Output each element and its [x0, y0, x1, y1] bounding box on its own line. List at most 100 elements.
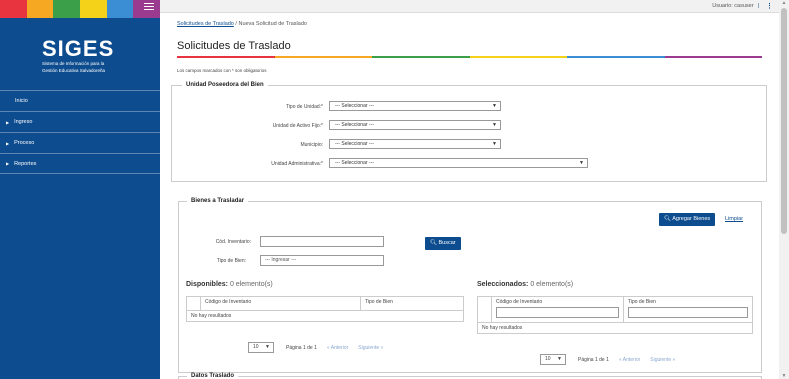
rule-segment [469, 56, 567, 58]
page-scrollbar[interactable]: ▲ ▼ [779, 0, 789, 379]
unidad-fieldset: Unidad Poseedora del Bien Tipo de Unidad… [171, 82, 767, 182]
prev-page-link[interactable]: « Anterior [327, 345, 348, 351]
scroll-down-icon[interactable]: ▼ [779, 373, 789, 379]
chevron-down-icon: ▼ [265, 344, 270, 350]
table-header: Código de Inventario Tipo de Bien [187, 297, 463, 311]
column-header: Tipo de Bien [624, 297, 752, 322]
unidad-activo-value: --- Seleccionar --- [335, 122, 374, 128]
column-header-label[interactable]: Código de Inventario [496, 299, 619, 305]
stripe-orange [26, 0, 54, 18]
column-header: Código de Inventario [492, 297, 624, 322]
topbar-separator: | [757, 3, 759, 9]
search-icon: 🔍︎ [430, 240, 437, 246]
agregar-bienes-button[interactable]: 🔍︎ Agregar Bienes [659, 213, 716, 226]
column-header[interactable]: Código de Inventario [201, 297, 361, 310]
sidebar-item-ingreso[interactable]: ▶ Ingreso [0, 111, 160, 132]
unidad-admin-select[interactable]: --- Seleccionar --- ▼ [329, 158, 588, 168]
seleccionados-pager: 10 ▼ Página 1 de 1 « Anterior Siguiente » [540, 354, 675, 365]
logo-title: SIGES [42, 36, 115, 61]
caret-right-icon: ▶ [6, 161, 10, 166]
caret-right-icon: ▶ [6, 119, 10, 125]
hamburger-menu-icon[interactable] [144, 3, 154, 12]
unidad-activo-label: Unidad de Activo Fijo:* [272, 123, 323, 129]
kebab-menu-icon[interactable]: ⋮ [766, 2, 773, 10]
page-size-select[interactable]: 10 ▼ [248, 342, 274, 353]
topbar: Usuario: casuser | ⋮ [160, 0, 779, 13]
select-all-checkbox[interactable] [478, 297, 492, 322]
empty-message: No hay resultados [482, 325, 523, 331]
chevron-down-icon: ▼ [492, 122, 497, 128]
logo-subtitle-2: Gestión Educativa Salvadoreña [42, 67, 106, 73]
seleccionados-heading: Seleccionados: 0 elemento(s) [477, 281, 573, 288]
disponibles-count: 0 elemento(s) [229, 281, 273, 288]
stripe-blue [106, 0, 134, 18]
seleccionados-title: Seleccionados: [477, 281, 529, 288]
codigo-inventario-input[interactable] [260, 236, 384, 247]
stripe-red [0, 0, 27, 18]
stripe-green [53, 0, 81, 18]
sidebar: SIGES Sistema de Información para la Ges… [0, 0, 161, 379]
user-info: Usuario: casuser | [712, 3, 759, 9]
logo-subtitle-1: Sistema de Información para la [42, 61, 105, 66]
unidad-admin-label: Unidad Administrativa:* [271, 161, 323, 167]
select-all-checkbox[interactable] [187, 297, 201, 310]
unidad-admin-value: --- Seleccionar --- [335, 160, 374, 166]
sidebar-item-reportes[interactable]: ▶ Reportes [0, 153, 160, 174]
filter-tipo-input[interactable] [628, 307, 748, 318]
disponibles-heading: Disponibles: 0 elemento(s) [186, 281, 273, 288]
sidebar-item-label: Proceso [14, 140, 35, 146]
sidebar-item-inicio[interactable]: Inicio [0, 90, 160, 111]
breadcrumb-divider: / [235, 21, 237, 27]
buscar-label: Buscar [438, 240, 456, 246]
next-page-link[interactable]: Siguiente » [650, 357, 675, 363]
filter-codigo-input[interactable] [496, 307, 619, 318]
bienes-fieldset: Bienes a Trasladar 🔍︎ Agregar Bienes Lim… [178, 198, 762, 373]
bienes-legend: Bienes a Trasladar [187, 198, 249, 204]
municipio-label: Municipio: [300, 142, 323, 148]
chevron-down-icon: ▼ [492, 141, 497, 147]
tipo-unidad-value: --- Seleccionar --- [335, 103, 374, 109]
empty-message: No hay resultados [191, 313, 232, 319]
municipio-value: --- Seleccionar --- [335, 141, 374, 147]
column-header[interactable]: Tipo de Bien [361, 297, 463, 310]
buscar-button[interactable]: 🔍︎ Buscar [425, 237, 461, 250]
page-size-value: 10 [253, 344, 259, 350]
breadcrumb-current: Nueva Solicitud de Traslado [238, 21, 307, 27]
agregar-bienes-label: Agregar Bienes [672, 216, 711, 222]
tipo-bien-label: Tipo de Bien: [216, 258, 246, 264]
tipo-unidad-select[interactable]: --- Seleccionar --- ▼ [329, 101, 501, 111]
disponibles-title: Disponibles: [186, 281, 229, 288]
column-header-label[interactable]: Tipo de Bien [628, 299, 748, 305]
disponibles-table: Código de Inventario Tipo de Bien No hay… [186, 296, 464, 322]
limpiar-link[interactable]: Limpiar [725, 216, 743, 222]
codigo-inventario-label: Cód. Inventario: [215, 239, 251, 245]
user-label: Usuario: casuser [712, 3, 754, 9]
table-row: No hay resultados [478, 323, 752, 333]
datos-legend: Datos Traslado [187, 373, 239, 379]
brand-stripes [0, 0, 161, 18]
seleccionados-count: 0 elemento(s) [530, 281, 574, 288]
sidebar-item-proceso[interactable]: ▶ Proceso [0, 132, 160, 153]
tipo-unidad-label: Tipo de Unidad:* [285, 104, 323, 110]
unidad-activo-select[interactable]: --- Seleccionar --- ▼ [329, 120, 501, 130]
page-size-select[interactable]: 10 ▼ [540, 354, 566, 365]
scroll-up-icon[interactable]: ▲ [779, 0, 789, 8]
table-row: No hay resultados [187, 311, 463, 321]
unidad-legend: Unidad Poseedora del Bien [182, 82, 268, 88]
next-page-link[interactable]: Siguiente » [358, 345, 383, 351]
prev-page-link[interactable]: « Anterior [619, 357, 640, 363]
scrollbar-thumb[interactable] [781, 8, 787, 234]
page-title: Solicitudes de Traslado [177, 40, 291, 52]
rule-segment [372, 56, 470, 58]
rule-segment [567, 56, 665, 58]
chevron-down-icon: ▼ [492, 103, 497, 109]
table-header: Código de Inventario Tipo de Bien [478, 297, 752, 323]
page-size-value: 10 [545, 356, 551, 362]
required-note: Los campos marcados con * son obligatori… [177, 68, 267, 73]
sidebar-nav: Inicio ▶ Ingreso ▶ Proceso ▶ Reportes [0, 90, 160, 174]
main-content: Solicitudes de Traslado / Nueva Solicitu… [160, 13, 779, 379]
rule-segment [664, 56, 762, 58]
tipo-bien-input[interactable]: --- Ingresar --- [260, 255, 384, 266]
breadcrumb-link-solicitudes[interactable]: Solicitudes de Traslado [177, 21, 234, 27]
municipio-select[interactable]: --- Seleccionar --- ▼ [329, 139, 501, 149]
